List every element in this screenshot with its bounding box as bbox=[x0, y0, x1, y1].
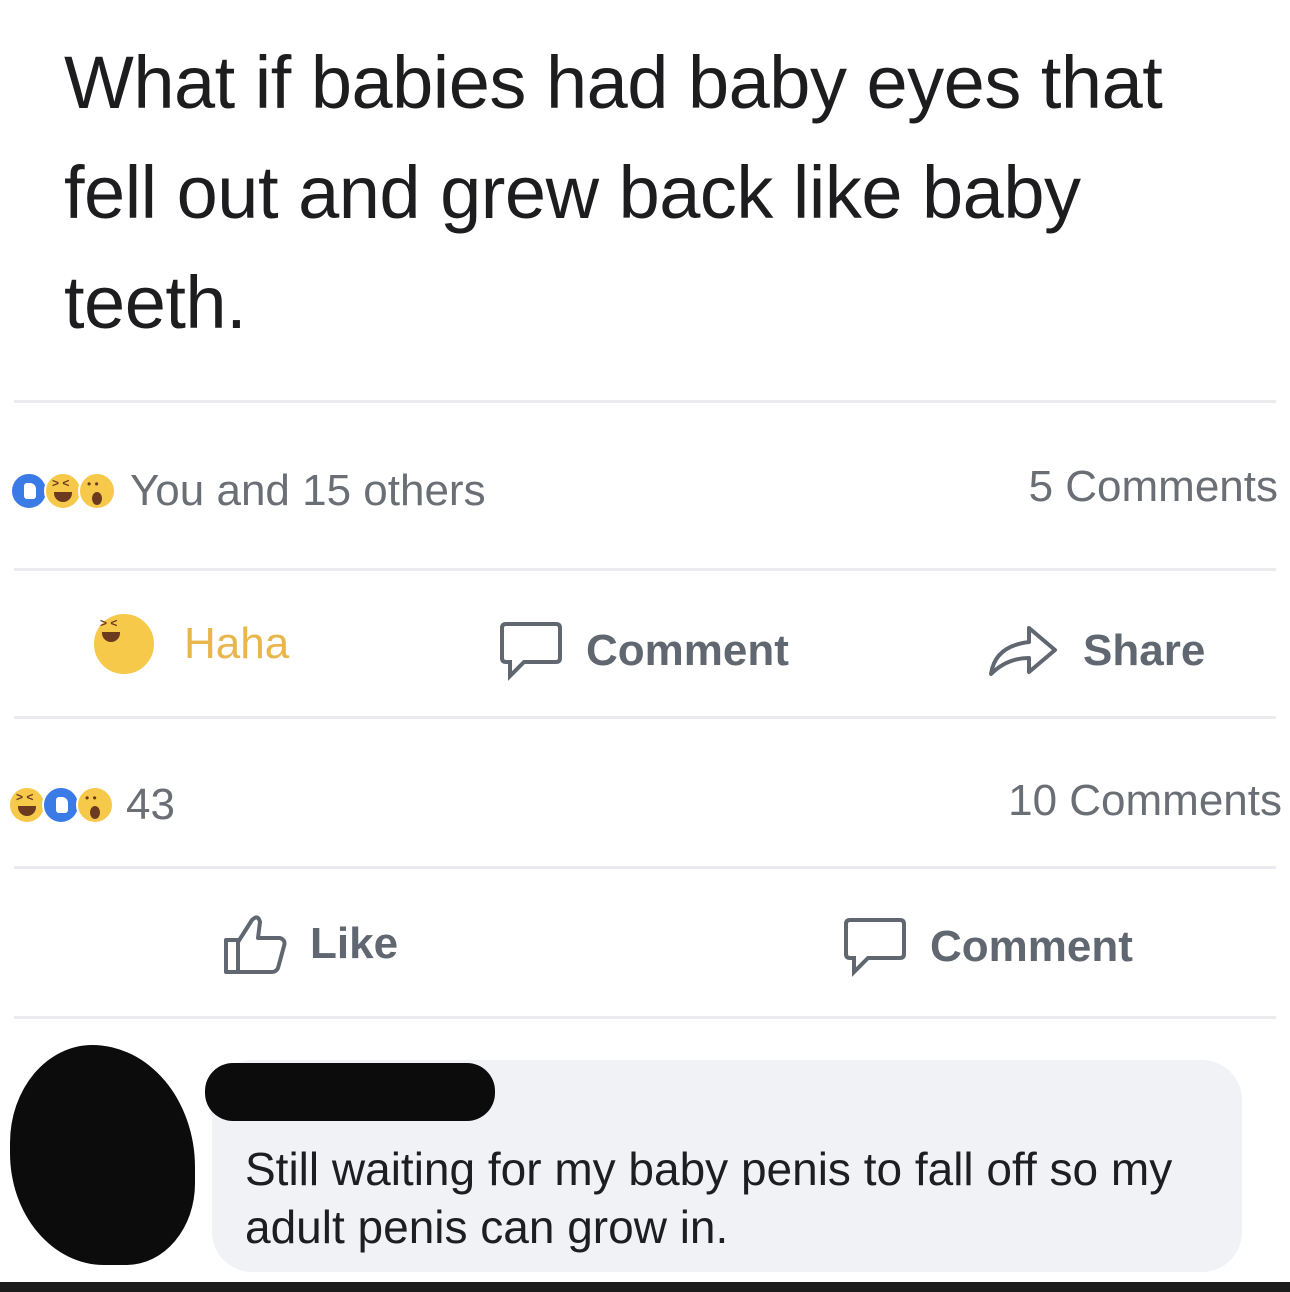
comment-button[interactable]: Comment bbox=[498, 620, 789, 682]
divider bbox=[14, 1016, 1276, 1019]
reactions-text: You and 15 others bbox=[130, 466, 486, 515]
comment-text: Still waiting for my baby penis to fall … bbox=[245, 1143, 1173, 1253]
comment-icon bbox=[844, 918, 906, 977]
comment-icon bbox=[500, 622, 562, 681]
divider bbox=[14, 400, 1276, 403]
thumbs-up-icon bbox=[224, 915, 287, 974]
divider bbox=[14, 866, 1276, 869]
share-button[interactable]: Share bbox=[985, 620, 1205, 682]
post-stats-row: You and 15 others 5 Comments bbox=[0, 462, 1290, 515]
reactions-count: 43 bbox=[126, 780, 175, 829]
comment-label: Comment bbox=[586, 626, 789, 675]
redacted-commenter-name[interactable] bbox=[205, 1063, 495, 1121]
share-icon bbox=[989, 626, 1057, 676]
comments-count-link[interactable]: 5 Comments bbox=[1029, 462, 1278, 512]
second-stats-row: 43 10 Comments bbox=[0, 776, 1290, 829]
divider bbox=[14, 568, 1276, 571]
post-actions-row: Haha Comment Share bbox=[0, 612, 1290, 692]
reaction-summary[interactable]: 43 bbox=[8, 780, 175, 830]
like-button[interactable]: Like bbox=[222, 912, 398, 976]
post-text: What if babies had baby eyes that fell o… bbox=[64, 41, 1163, 344]
haha-label: Haha bbox=[184, 619, 290, 668]
haha-reaction-icon bbox=[44, 472, 82, 510]
second-actions-row: Like Comment bbox=[0, 912, 1290, 982]
wow-reaction-icon bbox=[76, 786, 114, 824]
like-reaction-icon bbox=[42, 786, 80, 824]
like-label: Like bbox=[310, 919, 399, 968]
haha-icon bbox=[92, 612, 156, 676]
share-label: Share bbox=[1083, 626, 1206, 675]
comment-button[interactable]: Comment bbox=[842, 916, 1133, 978]
haha-reaction-icon bbox=[8, 786, 46, 824]
divider bbox=[14, 716, 1276, 719]
haha-button[interactable]: Haha bbox=[92, 612, 289, 676]
comment-label: Comment bbox=[930, 922, 1133, 971]
like-reaction-icon bbox=[10, 472, 48, 510]
comments-count-link[interactable]: 10 Comments bbox=[1008, 776, 1282, 826]
wow-reaction-icon bbox=[78, 472, 116, 510]
reaction-summary[interactable]: You and 15 others bbox=[10, 466, 486, 516]
